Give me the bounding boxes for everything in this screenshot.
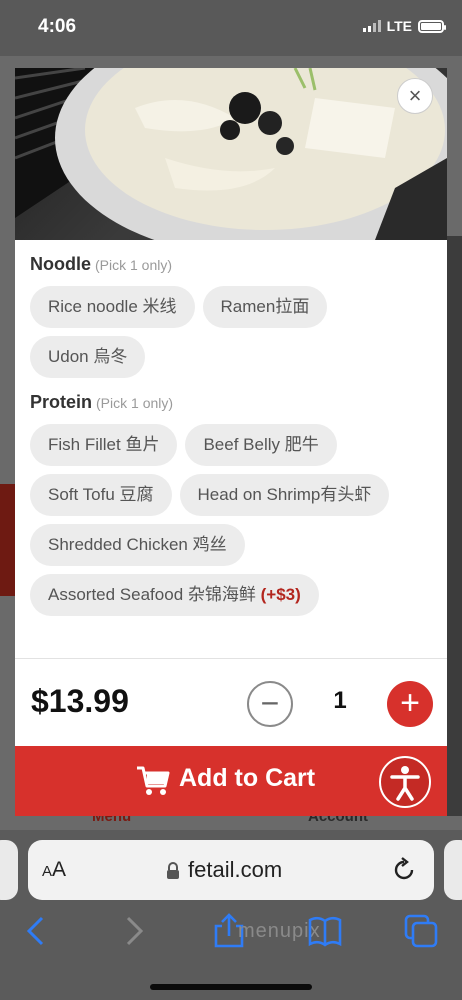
add-to-cart-label: Add to Cart	[179, 764, 316, 792]
browser-toolbar: menupix	[0, 912, 462, 972]
option-chip-fish-fillet[interactable]: Fish Fillet 鱼片	[30, 424, 178, 466]
lock-icon	[167, 862, 179, 879]
add-to-cart-button[interactable]: Add to Cart	[15, 746, 447, 816]
background-image-strip	[446, 236, 462, 816]
aa-large: A	[52, 858, 67, 881]
dish-photo: ×	[15, 68, 447, 240]
home-indicator	[150, 984, 312, 990]
protein-options: Fish Fillet 鱼片 Beef Belly 肥牛 Soft Tofu 豆…	[30, 424, 432, 616]
status-bar: 4:06 LTE	[0, 0, 462, 56]
bookmarks-icon[interactable]	[306, 912, 344, 950]
reader-settings-button[interactable]: AA	[42, 858, 66, 882]
accessibility-button[interactable]	[379, 756, 431, 808]
minus-icon: −	[260, 685, 280, 721]
previous-tab-pill[interactable]	[0, 840, 18, 900]
increase-quantity-button[interactable]: +	[387, 681, 433, 727]
option-chip-assorted-seafood[interactable]: Assorted Seafood 杂锦海鲜 (+$3)	[30, 574, 319, 616]
url-text: fetail.com	[188, 857, 283, 882]
quantity-value: 1	[333, 687, 347, 714]
option-chip-ramen[interactable]: Ramen拉面	[202, 286, 328, 328]
accessibility-icon	[390, 766, 420, 801]
option-chip-soft-tofu[interactable]: Soft Tofu 豆腐	[30, 474, 172, 516]
next-tab-pill[interactable]	[444, 840, 462, 900]
options-list[interactable]: Noodle (Pick 1 only) Rice noodle 米线 Rame…	[15, 240, 447, 658]
battery-icon	[418, 19, 446, 33]
close-button[interactable]: ×	[397, 78, 433, 114]
item-price: $13.99	[31, 683, 129, 719]
noodle-options: Rice noodle 米线 Ramen拉面 Udon 烏冬	[30, 286, 432, 378]
item-options-modal: × Noodle (Pick 1 only) Rice noodle 米线 Ra…	[15, 68, 447, 816]
address-bar[interactable]: AA fetail.com	[28, 840, 434, 900]
section-name: Noodle	[30, 254, 91, 274]
browser-chrome: AA fetail.com menupix	[0, 830, 462, 1000]
section-hint: (Pick 1 only)	[95, 257, 173, 273]
option-chip-rice-noodle[interactable]: Rice noodle 米线	[30, 286, 195, 328]
signal-icon	[362, 20, 381, 32]
forward-icon[interactable]	[114, 912, 152, 950]
section-hint: (Pick 1 only)	[96, 395, 174, 411]
back-icon[interactable]	[18, 912, 56, 950]
decrease-quantity-button[interactable]: −	[247, 681, 293, 727]
status-indicators: LTE	[362, 18, 446, 34]
cart-icon	[137, 766, 170, 795]
reload-icon[interactable]	[390, 856, 418, 884]
option-chip-shredded-chicken[interactable]: Shredded Chicken 鸡丝	[30, 524, 245, 566]
section-header-protein: Protein (Pick 1 only)	[30, 392, 432, 416]
network-label: LTE	[386, 18, 412, 34]
plus-icon: +	[400, 684, 420, 722]
background-banner	[0, 484, 15, 596]
dish-photo-illustration	[15, 68, 447, 240]
section-header-noodle: Noodle (Pick 1 only)	[30, 254, 432, 278]
status-time: 4:06	[38, 16, 77, 37]
option-chip-head-on-shrimp[interactable]: Head on Shrimp有头虾	[179, 474, 390, 516]
section-name: Protein	[30, 392, 93, 412]
tabs-icon[interactable]	[402, 912, 440, 950]
price-quantity-bar: $13.99 − 1 +	[15, 658, 447, 746]
option-label: Assorted Seafood 杂锦海鲜	[48, 585, 256, 604]
option-chip-beef-belly[interactable]: Beef Belly 肥牛	[185, 424, 337, 466]
close-icon: ×	[408, 83, 422, 108]
option-chip-udon[interactable]: Udon 烏冬	[30, 336, 146, 378]
aa-small: A	[42, 863, 53, 880]
surcharge-label: (+$3)	[260, 585, 301, 604]
